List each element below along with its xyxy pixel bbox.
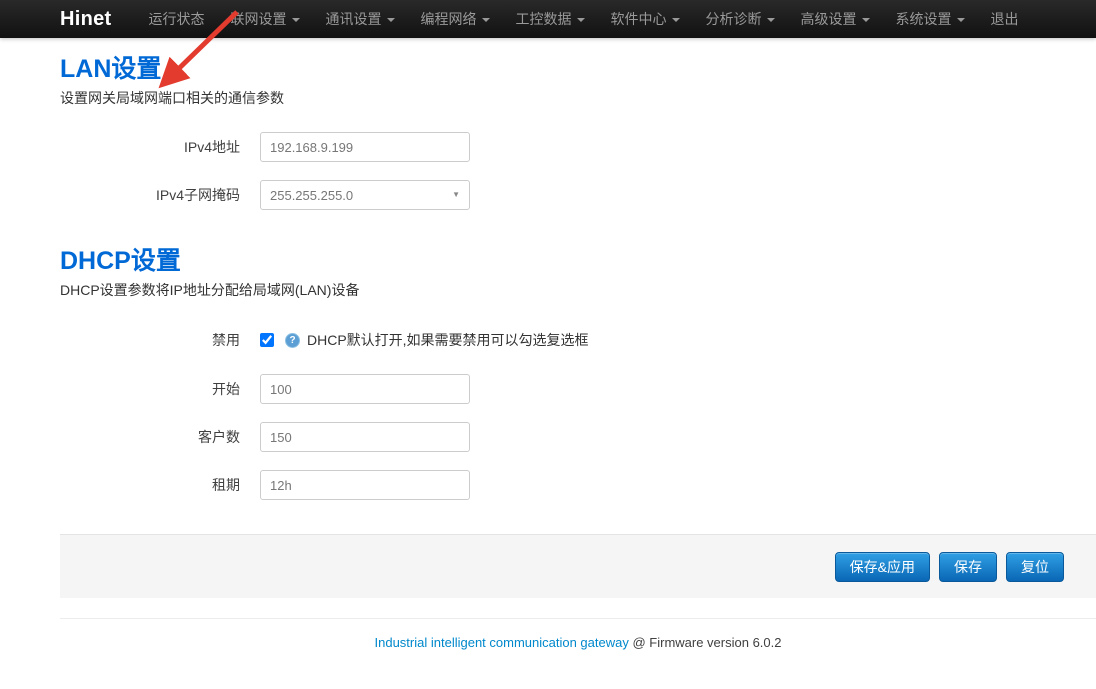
top-navbar: Hinet 运行状态 联网设置 通讯设置 编程网络 工控数据 软件中心 分析诊断… [0,0,1096,38]
nav-item-label: 联网设置 [231,9,287,29]
nav-item-programming-network[interactable]: 编程网络 [408,0,503,38]
nav-item-run-status[interactable]: 运行状态 [136,0,218,38]
chevron-down-icon [672,18,680,22]
dhcp-lease-input[interactable] [260,470,470,500]
dhcp-lease-row: 租期 [60,470,1096,500]
dhcp-disable-hint: DHCP默认打开,如果需要禁用可以勾选复选框 [307,330,589,350]
dhcp-start-row: 开始 [60,374,1096,404]
ipv4-netmask-select[interactable]: 255.255.255.0 ▼ [260,180,470,210]
dhcp-start-label: 开始 [60,379,240,399]
lan-section-title: LAN设置 [60,54,1096,84]
nav-item-label: 通讯设置 [326,9,382,29]
chevron-down-icon [482,18,490,22]
help-icon: ? [285,333,300,348]
ipv4-netmask-label: IPv4子网掩码 [60,185,240,205]
dhcp-clients-row: 客户数 [60,422,1096,452]
ipv4-address-label: IPv4地址 [60,137,240,157]
nav-item-label: 系统设置 [896,9,952,29]
ipv4-address-row: IPv4地址 [60,132,1096,162]
select-caret-icon: ▼ [452,191,460,199]
main-content: LAN设置 设置网关局域网端口相关的通信参数 IPv4地址 IPv4子网掩码 2… [0,54,1096,650]
chevron-down-icon [767,18,775,22]
chevron-down-icon [957,18,965,22]
nav-item-label: 运行状态 [149,9,205,29]
dhcp-section-subtitle: DHCP设置参数将IP地址分配给局域网(LAN)设备 [60,280,1096,300]
nav-item-analysis-diagnosis[interactable]: 分析诊断 [693,0,788,38]
nav-item-software-center[interactable]: 软件中心 [598,0,693,38]
dhcp-disable-label: 禁用 [60,330,240,350]
save-apply-button[interactable]: 保存&应用 [835,552,930,582]
nav-item-system-settings[interactable]: 系统设置 [883,0,978,38]
chevron-down-icon [387,18,395,22]
dhcp-section-title: DHCP设置 [60,246,1096,276]
nav-item-comm-settings[interactable]: 通讯设置 [313,0,408,38]
dhcp-disable-checkbox[interactable] [260,333,274,347]
nav-item-advanced-settings[interactable]: 高级设置 [788,0,883,38]
page-footer: Industrial intelligent communication gat… [60,618,1096,650]
lan-section-subtitle: 设置网关局域网端口相关的通信参数 [60,88,1096,108]
nav-item-industrial-data[interactable]: 工控数据 [503,0,598,38]
nav-item-label: 工控数据 [516,9,572,29]
brand-logo[interactable]: Hinet [60,8,112,31]
dhcp-start-input[interactable] [260,374,470,404]
nav-item-network-settings[interactable]: 联网设置 [218,0,313,38]
dhcp-clients-label: 客户数 [60,427,240,447]
dhcp-clients-input[interactable] [260,422,470,452]
chevron-down-icon [577,18,585,22]
nav-item-label: 分析诊断 [706,9,762,29]
dhcp-lease-label: 租期 [60,475,240,495]
nav-item-label: 高级设置 [801,9,857,29]
footer-version-text: @ Firmware version 6.0.2 [629,635,782,650]
action-bar: 保存&应用 保存 复位 [60,534,1096,598]
save-button[interactable]: 保存 [939,552,997,582]
nav-item-logout[interactable]: 退出 [978,0,1032,38]
nav-item-label: 软件中心 [611,9,667,29]
nav-item-label: 退出 [991,9,1019,29]
ipv4-netmask-row: IPv4子网掩码 255.255.255.0 ▼ [60,180,1096,210]
reset-button[interactable]: 复位 [1006,552,1064,582]
chevron-down-icon [292,18,300,22]
footer-gateway-link[interactable]: Industrial intelligent communication gat… [375,635,629,650]
nav-item-label: 编程网络 [421,9,477,29]
ipv4-address-input[interactable] [260,132,470,162]
dhcp-disable-row: 禁用 ? DHCP默认打开,如果需要禁用可以勾选复选框 [60,330,1096,350]
chevron-down-icon [862,18,870,22]
ipv4-netmask-selected-value: 255.255.255.0 [270,188,353,203]
